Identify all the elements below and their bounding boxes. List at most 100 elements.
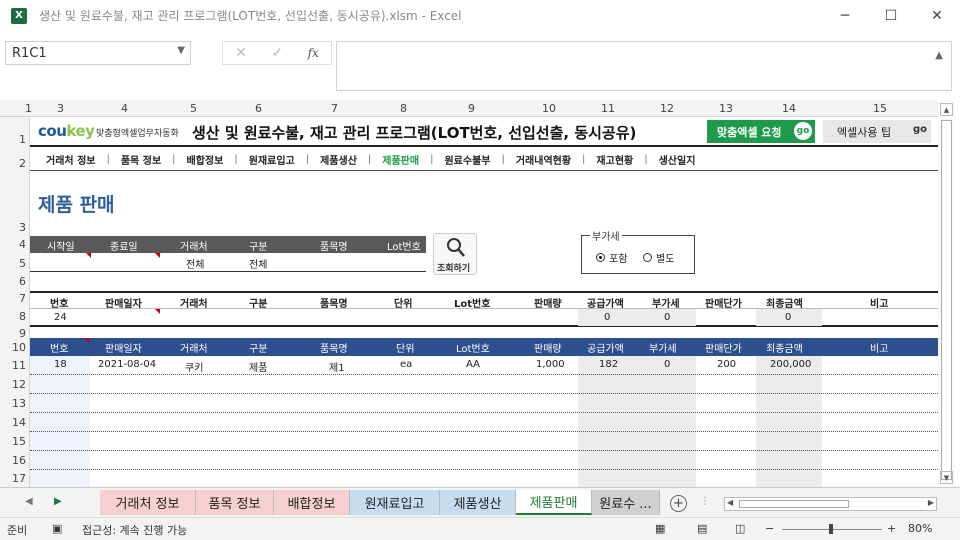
nav-item[interactable]: 거래내역현황 [516, 152, 571, 167]
column-header[interactable]: 6 [255, 102, 262, 115]
excel-tips-button[interactable]: 엑셀사용 팁 go [823, 120, 931, 143]
client-filter[interactable]: 전체 [186, 256, 204, 271]
row-header[interactable]: 12 [12, 378, 26, 391]
entry-supply[interactable]: 0 [604, 312, 610, 323]
row-header[interactable]: 2 [19, 157, 26, 170]
entry-vat[interactable]: 0 [664, 312, 670, 323]
entry-no[interactable]: 24 [54, 312, 67, 323]
nav-item[interactable]: 품목 정보 [121, 152, 161, 167]
chevron-up-icon[interactable]: ▲ [935, 50, 943, 61]
enter-icon[interactable]: ✓ [271, 45, 283, 61]
nav-item[interactable]: 생산일지 [659, 152, 696, 167]
scroll-right-icon[interactable]: ▶ [928, 498, 934, 507]
vertical-scrollbar[interactable]: ▲ ▼ [938, 100, 955, 487]
row-header[interactable]: 5 [19, 257, 26, 270]
cell-date[interactable]: 2021-08-04 [98, 359, 156, 370]
insert-function-icon[interactable]: fx [308, 46, 319, 60]
column-header[interactable]: 14 [782, 102, 796, 115]
row-header[interactable]: 10 [12, 341, 26, 354]
row-header[interactable]: 15 [12, 435, 26, 448]
start-date-input[interactable] [30, 253, 92, 271]
scroll-thumb[interactable] [739, 500, 849, 508]
column-header[interactable]: 11 [601, 102, 615, 115]
row-header[interactable]: 3 [19, 221, 26, 234]
page-break-icon[interactable]: ◫ [735, 522, 745, 535]
cell-total[interactable]: 200,000 [770, 359, 811, 370]
table-row[interactable] [30, 432, 938, 451]
column-header[interactable]: 12 [660, 102, 674, 115]
name-box[interactable]: R1C1 ▼ [5, 41, 191, 65]
cell-lot[interactable]: AA [466, 359, 480, 370]
table-row[interactable] [30, 470, 938, 487]
column-header[interactable]: 13 [719, 102, 733, 115]
column-header[interactable]: 7 [331, 102, 338, 115]
cell-qty[interactable]: 1,000 [536, 359, 565, 370]
cell-no[interactable]: 18 [54, 359, 67, 370]
cell-unit[interactable]: ea [400, 359, 412, 370]
page-layout-icon[interactable]: ▤ [697, 522, 707, 535]
row-header[interactable]: 14 [12, 416, 26, 429]
accessibility-status[interactable]: 접근성: 계속 진행 가능 [82, 522, 187, 538]
row-header[interactable]: 8 [19, 310, 26, 323]
column-header[interactable]: 4 [121, 102, 128, 115]
formula-input[interactable]: ▲ [336, 41, 952, 91]
nav-item[interactable]: 원재료입고 [249, 152, 295, 167]
vat-include-radio[interactable]: 포함 [596, 250, 627, 265]
vat-separate-radio[interactable]: 별도 [643, 250, 674, 265]
cell-vat[interactable]: 0 [664, 359, 670, 370]
row-header[interactable]: 17 [12, 472, 26, 485]
zoom-out-icon[interactable]: − [765, 522, 774, 535]
row-header[interactable]: 13 [12, 397, 26, 410]
nav-item[interactable]: 원료수불부 [444, 152, 490, 167]
scroll-down-icon[interactable]: ▼ [940, 471, 953, 484]
column-header[interactable]: 1 [25, 102, 32, 115]
worksheet[interactable]: coukey 맞춤형엑셀업무자동화 생산 및 원료수불, 재고 관리 프로그램(… [30, 117, 938, 487]
column-header[interactable]: 15 [873, 102, 887, 115]
chevron-down-icon[interactable]: ▼ [177, 45, 185, 56]
cell-supply[interactable]: 182 [599, 359, 618, 370]
table-row[interactable] [30, 375, 938, 394]
nav-item[interactable]: 거래처 정보 [46, 152, 95, 167]
zoom-in-icon[interactable]: + [887, 522, 896, 535]
type-filter[interactable]: 전체 [249, 256, 267, 271]
end-date-input[interactable] [92, 253, 160, 271]
column-header[interactable]: 5 [190, 102, 197, 115]
cell-price[interactable]: 200 [717, 359, 736, 370]
cancel-icon[interactable]: ✕ [235, 45, 247, 61]
next-sheet-icon[interactable]: ▶ [54, 496, 62, 507]
cell-client[interactable]: 쿠키 [185, 359, 203, 374]
sheet-tab[interactable]: 제품생산 [440, 490, 516, 515]
table-row[interactable]: 18 2021-08-04 쿠키 제품 제1 ea AA 1,000 182 0… [30, 356, 938, 375]
tab-split-icon[interactable]: ⋮ [700, 496, 710, 507]
sheet-tab[interactable]: 배합정보 [274, 490, 350, 515]
cell-item[interactable]: 제1 [329, 359, 345, 374]
entry-total[interactable]: 0 [785, 312, 791, 323]
scroll-up-icon[interactable]: ▲ [940, 103, 953, 116]
row-header[interactable]: 6 [19, 275, 26, 288]
zoom-slider-knob[interactable] [829, 524, 833, 534]
row-header[interactable]: 4 [19, 238, 26, 251]
sheet-tab[interactable]: 거래처 정보 [100, 490, 196, 515]
normal-view-icon[interactable]: ▦ [655, 522, 665, 535]
column-header[interactable]: 9 [468, 102, 475, 115]
sheet-tab[interactable]: 원료수 ... [592, 490, 660, 515]
maximize-icon[interactable]: ☐ [868, 0, 914, 31]
column-header[interactable]: 10 [542, 102, 556, 115]
entry-row[interactable]: 24 0 0 0 [30, 308, 938, 327]
nav-item[interactable]: 배합정보 [187, 152, 224, 167]
sheet-tab-active[interactable]: 제품판매 [516, 490, 592, 515]
close-icon[interactable]: ✕ [914, 0, 960, 31]
table-row[interactable] [30, 451, 938, 470]
nav-item[interactable]: 재고현황 [596, 152, 633, 167]
cell-type[interactable]: 제품 [249, 359, 267, 374]
prev-sheet-icon[interactable]: ◀ [25, 496, 33, 507]
minimize-icon[interactable]: ─ [822, 0, 868, 31]
nav-item-active[interactable]: 제품판매 [382, 152, 419, 167]
sheet-tab[interactable]: 품목 정보 [196, 490, 274, 515]
scroll-left-icon[interactable]: ◀ [727, 498, 733, 507]
table-row[interactable] [30, 394, 938, 413]
row-header[interactable]: 16 [12, 454, 26, 467]
row-header[interactable]: 9 [19, 327, 26, 340]
search-button[interactable]: 조회하기 [433, 233, 477, 275]
macro-icon[interactable]: ▣ [52, 522, 62, 535]
